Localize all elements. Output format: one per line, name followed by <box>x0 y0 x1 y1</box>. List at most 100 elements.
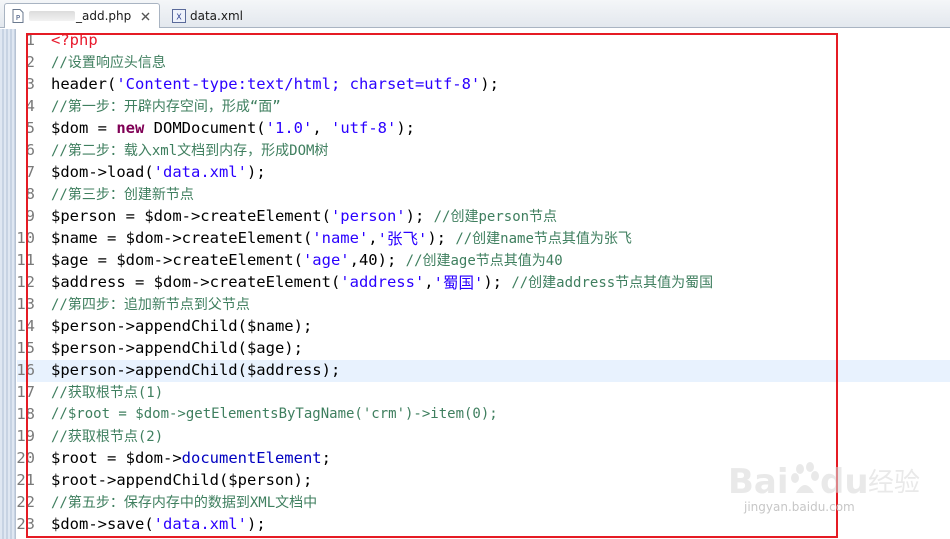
code-token: ,40); <box>349 251 406 269</box>
code-token: $dom->save( <box>51 515 154 533</box>
code-editor[interactable]: 1 <?php 2 //设置响应头信息 3 header('Content-type:te… <box>0 29 950 539</box>
code-token: //创建address节点其值为蜀国 <box>511 275 714 291</box>
php-file-icon: P <box>11 8 25 24</box>
code-token: 'person' <box>330 207 406 225</box>
code-line[interactable]: 7 $dom->load('data.xml'); <box>17 161 947 183</box>
close-icon[interactable] <box>139 10 151 22</box>
code-line[interactable]: 16 $person->appendChild($address); <box>17 359 947 381</box>
svg-text:X: X <box>176 12 182 21</box>
code-token: ); <box>396 119 415 137</box>
code-line[interactable]: 15 $person->appendChild($age); <box>17 337 947 359</box>
code-token: //第五步：保存内存中的数据到XML文档中 <box>51 495 318 511</box>
code-token: //第一步：开辟内存空间，形成“面” <box>51 99 281 115</box>
code-token: //第二步：载入xml文档到内存，形成DOM树 <box>51 143 329 159</box>
code-token: $root = $dom-> <box>51 449 182 467</box>
line-number: 12 <box>17 273 35 291</box>
code-line[interactable]: 10 $name = $dom->createElement('name', '张飞… <box>17 227 947 249</box>
code-token: //创建person节点 <box>433 209 558 225</box>
code-line[interactable]: 17 //获取根节点(1) <box>17 381 947 403</box>
line-number: 21 <box>17 471 35 489</box>
code-token: $name = $dom->createElement( <box>51 229 313 247</box>
line-number: 11 <box>17 251 35 269</box>
watermark-url: jingyan.baidu.com <box>744 500 855 514</box>
editor-tab-bar: P _add.php X data.xml <box>0 0 950 28</box>
tab-add-php[interactable]: P _add.php <box>4 3 160 28</box>
code-line[interactable]: 6 //第二步：载入xml文档到内存，形成DOM树 <box>17 139 947 161</box>
code-token: 'name' <box>312 229 369 247</box>
obscured-filename-prefix <box>29 11 75 21</box>
code-token: , <box>424 273 434 291</box>
code-line[interactable]: 3 header('Content-type:text/html; charset… <box>17 73 947 95</box>
code-token: new <box>116 119 145 137</box>
code-token: $person->appendChild($age); <box>51 339 303 357</box>
code-token: ; <box>321 449 331 467</box>
code-token: $root->appendChild($person); <box>51 471 313 489</box>
code-token: $dom->load( <box>51 163 154 181</box>
line-number: 15 <box>17 339 35 357</box>
code-token: $dom = <box>51 119 117 137</box>
code-line[interactable]: 13 //第四步：追加新节点到父节点 <box>17 293 947 315</box>
code-token: $address = $dom->createElement( <box>51 273 341 291</box>
code-token: 'address' <box>340 273 425 291</box>
code-line[interactable]: 14 $person->appendChild($name); <box>17 315 947 337</box>
code-line[interactable]: 5 $dom = new DOMDocument('1.0', 'utf-8'); <box>17 117 947 139</box>
line-number: 23 <box>17 515 35 533</box>
line-number: 22 <box>17 493 35 511</box>
code-token: , <box>368 229 378 247</box>
line-number: 18 <box>17 405 35 423</box>
code-token: //获取根节点(2) <box>51 429 164 445</box>
code-line[interactable]: 21 $root->appendChild($person); <box>17 469 947 491</box>
code-line[interactable]: 18 //$root = $dom->getElementsByTagName('… <box>17 403 947 425</box>
code-token: documentElement <box>181 449 322 467</box>
tab-data-xml[interactable]: X data.xml <box>166 3 272 28</box>
code-token: '张飞' <box>377 230 428 248</box>
code-token: $person->appendChild($name); <box>51 317 313 335</box>
code-token: header( <box>51 75 117 93</box>
xml-file-icon: X <box>172 8 186 24</box>
tab-label: _add.php <box>76 9 132 23</box>
code-line[interactable]: 4 //第一步：开辟内存空间，形成“面” <box>17 95 947 117</box>
line-number: 5 <box>25 119 35 137</box>
code-token: , <box>312 119 331 137</box>
line-number: 19 <box>17 427 35 445</box>
code-token: '蜀国' <box>433 274 484 292</box>
svg-text:P: P <box>16 14 20 22</box>
line-number: 8 <box>25 185 35 203</box>
code-token: 'Content-type:text/html; charset=utf-8' <box>116 75 481 93</box>
code-token: ); <box>405 207 434 225</box>
code-token: ); <box>427 229 456 247</box>
code-token: //创建name节点其值为张飞 <box>455 231 632 247</box>
code-lines[interactable]: 1 <?php 2 //设置响应头信息 3 header('Content-type:te… <box>17 29 947 535</box>
code-token: 'data.xml' <box>153 515 247 533</box>
code-token: //设置响应头信息 <box>51 55 166 71</box>
code-line[interactable]: 2 //设置响应头信息 <box>17 51 947 73</box>
line-number: 4 <box>25 97 35 115</box>
code-token: <?php <box>51 31 98 49</box>
line-number: 17 <box>17 383 35 401</box>
code-token: //第四步：追加新节点到父节点 <box>51 297 250 313</box>
code-line[interactable]: 19 //获取根节点(2) <box>17 425 947 447</box>
line-number: 9 <box>25 207 35 225</box>
code-line[interactable]: 1 <?php <box>17 29 947 51</box>
code-token: $person->appendChild($address); <box>51 361 341 379</box>
code-line[interactable]: 9 $person = $dom->createElement('person')… <box>17 205 947 227</box>
code-line[interactable]: 8 //第三步：创建新节点 <box>17 183 947 205</box>
code-token: $person = $dom->createElement( <box>51 207 331 225</box>
code-token: '1.0' <box>265 119 313 137</box>
line-number: 14 <box>17 317 35 335</box>
code-token: //获取根节点(1) <box>51 385 164 401</box>
editor-window: P _add.php X data.xml 1 <?php 2//设置响应头信息… <box>0 0 950 539</box>
code-token: ); <box>480 75 499 93</box>
code-token: $age = $dom->createElement( <box>51 251 303 269</box>
code-line[interactable]: 20 $root = $dom-> documentElement; <box>17 447 947 469</box>
code-token: 'utf-8' <box>331 119 397 137</box>
line-number: 2 <box>25 53 35 71</box>
code-line[interactable]: 12 $address = $dom->createElement('addres… <box>17 271 947 293</box>
code-token: ); <box>483 273 512 291</box>
code-token: 'data.xml' <box>153 163 247 181</box>
code-token: //第三步：创建新节点 <box>51 187 194 203</box>
line-number: 3 <box>25 75 35 93</box>
code-token: //$root = $dom->getElementsByTagName('cr… <box>51 406 498 422</box>
code-line[interactable]: 23 $dom->save('data.xml'); <box>17 513 947 535</box>
code-line[interactable]: 11 $age = $dom->createElement('age' ,40); … <box>17 249 947 271</box>
